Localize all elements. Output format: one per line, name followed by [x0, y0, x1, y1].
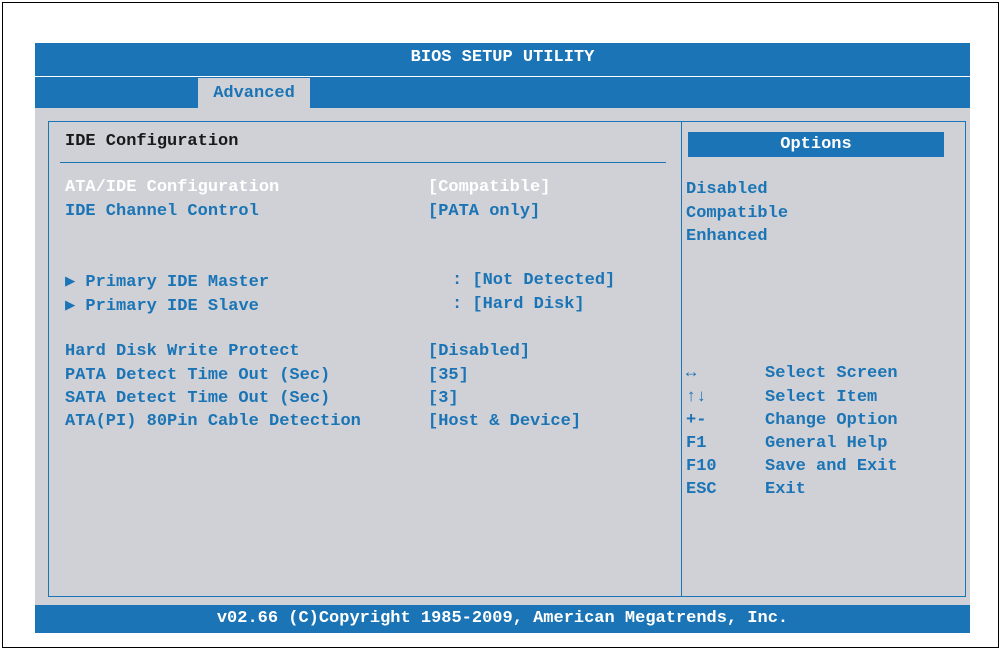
up-down-arrow-icon: ↑↓: [686, 388, 707, 407]
help-desc: Select Screen: [765, 364, 898, 383]
tab-advanced[interactable]: Advanced: [198, 78, 310, 108]
submenu-label: ▶ Primary IDE Master: [65, 273, 270, 292]
setting-value[interactable]: [Compatible]: [428, 178, 550, 197]
copyright-text: v02.66 (C)Copyright 1985-2009, American …: [216, 609, 789, 628]
tab-bar-line: [35, 76, 970, 77]
main-area: IDE Configuration ATA/IDE Configuration …: [35, 108, 970, 605]
submenu-value: : [Not Detected]: [452, 271, 616, 290]
tab-bar: Advanced: [35, 72, 970, 108]
help-key: F1: [686, 434, 707, 453]
setting-value[interactable]: [PATA only]: [428, 202, 540, 221]
setting-cable-detection[interactable]: ATA(PI) 80Pin Cable Detection [Host & De…: [65, 412, 581, 488]
help-key: ESC: [686, 480, 717, 499]
bios-title-bar: BIOS SETUP UTILITY: [35, 43, 970, 72]
help-desc: Save and Exit: [765, 457, 898, 476]
setting-value[interactable]: [35]: [428, 366, 469, 385]
setting-ide-channel-control[interactable]: IDE Channel Control [PATA only]: [65, 202, 540, 278]
setting-label: ATA(PI) 80Pin Cable Detection: [65, 412, 361, 431]
bios-title: BIOS SETUP UTILITY: [410, 48, 595, 67]
help-key: +-: [686, 411, 707, 430]
copyright-footer: v02.66 (C)Copyright 1985-2009, American …: [35, 605, 970, 633]
submenu-label: ▶ Primary IDE Slave: [65, 297, 259, 316]
option-disabled[interactable]: Disabled: [686, 180, 768, 199]
section-underline: [60, 162, 666, 163]
option-compatible[interactable]: Compatible: [686, 204, 788, 223]
help-key: F10: [686, 457, 717, 476]
setting-value[interactable]: [Disabled]: [428, 342, 530, 361]
setting-label: IDE Channel Control: [65, 202, 259, 221]
panel-divider: [681, 121, 682, 597]
setting-value[interactable]: [3]: [428, 389, 459, 408]
setting-label: Hard Disk Write Protect: [65, 342, 300, 361]
options-header: Options: [688, 132, 944, 157]
left-right-arrow-icon: ↔: [686, 364, 697, 383]
setting-label: ATA/IDE Configuration: [65, 178, 280, 197]
help-desc: Exit: [765, 480, 806, 499]
help-desc: Change Option: [765, 411, 898, 430]
setting-value[interactable]: [Host & Device]: [428, 412, 581, 431]
help-desc: Select Item: [765, 388, 878, 407]
section-title: IDE Configuration: [65, 132, 239, 151]
option-enhanced[interactable]: Enhanced: [686, 227, 768, 246]
setting-label: SATA Detect Time Out (Sec): [65, 389, 331, 408]
help-desc: General Help: [765, 434, 888, 453]
submenu-value: : [Hard Disk]: [452, 295, 585, 314]
setting-label: PATA Detect Time Out (Sec): [65, 366, 331, 385]
